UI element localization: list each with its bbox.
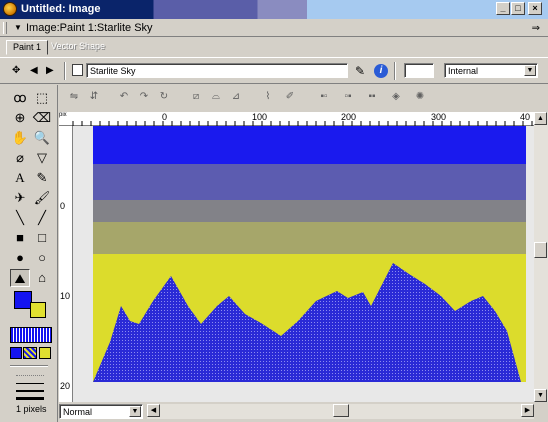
tab-paint[interactable]: Paint 1	[6, 40, 49, 55]
eraser-icon[interactable]: ⌫	[32, 109, 52, 127]
flip-horizontal-icon[interactable]: ⇋	[66, 89, 82, 105]
polygon-icon[interactable]: ⌂	[32, 269, 52, 287]
paintbrush-icon[interactable]: 🖌	[32, 189, 52, 207]
ink-mode-value: Normal	[63, 407, 93, 417]
horizontal-scrollbar[interactable]: ◀ ▶	[147, 404, 534, 419]
arc-icon[interactable]: ╲	[10, 209, 30, 227]
vertical-scroll-thumb[interactable]	[534, 242, 547, 258]
bottom-bar: Normal ▼ ◀ ▶	[59, 402, 548, 422]
bitmap-canvas[interactable]	[73, 126, 534, 402]
filled-ellipse-icon[interactable]: ●	[10, 249, 30, 267]
maximize-button[interactable]: □	[511, 2, 525, 15]
scroll-right-button[interactable]: ▶	[521, 404, 534, 417]
rotate-free-icon[interactable]: ↻	[156, 89, 172, 105]
sky-band	[93, 126, 526, 164]
object-name-field[interactable]: Starlite Sky	[86, 63, 348, 78]
info-icon[interactable]: i	[374, 64, 388, 78]
rotate-right-icon[interactable]: ↷	[136, 89, 152, 105]
properties-bar: ✥ ◀ ▶ Starlite Sky ✎ i Internal ▼	[0, 57, 548, 84]
ruler-v-label: 0	[60, 201, 66, 211]
fill-icon[interactable]: ◈	[388, 89, 404, 105]
close-button[interactable]: ×	[528, 2, 542, 15]
pencil-icon[interactable]: ✎	[32, 169, 52, 187]
gradient-preview[interactable]	[23, 347, 37, 359]
minimize-button[interactable]: _	[496, 2, 510, 15]
darken-icon[interactable]: ▪▪	[364, 89, 380, 105]
previous-icon[interactable]: ◀	[30, 65, 38, 76]
lasso-icon[interactable]: ꝏ	[10, 89, 30, 107]
tab-vector-shape[interactable]: Vector Shape	[45, 40, 111, 55]
pattern-selector[interactable]	[10, 327, 52, 343]
ruler-v-label: 20	[60, 381, 71, 391]
horizontal-scroll-thumb[interactable]	[333, 404, 349, 417]
text-icon[interactable]: A	[10, 169, 30, 187]
gradient-start-swatch[interactable]	[10, 347, 22, 359]
scroll-up-button[interactable]: ▲	[534, 112, 547, 125]
smooth-icon[interactable]: ⌇	[260, 89, 276, 105]
horizontal-ruler: pix 0 100 200 300 40	[59, 112, 534, 126]
document-title: Image:Paint 1:Starlite Sky	[26, 22, 153, 34]
move-icon[interactable]: ✥	[12, 65, 20, 76]
scroll-left-button[interactable]: ◀	[147, 404, 160, 417]
brush-size-label: 1 pixels	[16, 404, 47, 414]
ink-mode-select[interactable]: Normal ▼	[59, 404, 143, 419]
switch-colors-icon[interactable]: ✺	[412, 89, 428, 105]
script-icon[interactable]: ✎	[355, 64, 365, 78]
scope-select[interactable]: Internal ▼	[444, 63, 538, 78]
skew-icon[interactable]: ⧄	[188, 89, 204, 105]
line-width-none[interactable]	[16, 375, 44, 376]
collapse-arrow-icon[interactable]: ▼	[14, 23, 22, 32]
sky-band	[93, 164, 526, 200]
paint-bucket-icon[interactable]: ▽	[32, 149, 52, 167]
line-width-3[interactable]	[16, 397, 44, 400]
chevron-down-icon[interactable]: ▼	[129, 406, 141, 417]
line-width-2[interactable]	[16, 390, 44, 392]
air-brush-icon[interactable]: ✈	[10, 189, 30, 207]
vertical-scrollbar[interactable]: ▲ ▼	[534, 112, 548, 402]
ink-effect-divider	[10, 365, 48, 367]
horizontal-ruler-ticks	[72, 121, 533, 126]
tab-bar: Paint 1 Vector Shape	[0, 38, 548, 55]
filled-rectangle-icon[interactable]: ■	[10, 229, 30, 247]
document-header: ▼ Image:Paint 1:Starlite Sky ⇒	[0, 19, 548, 37]
number-field[interactable]	[404, 63, 434, 78]
perspective-icon[interactable]: ⊿	[228, 89, 244, 105]
fill-color-swatch[interactable]	[30, 302, 46, 318]
sky-band	[93, 222, 526, 254]
vertical-ruler: 0 10 20	[59, 126, 73, 402]
rotate-left-icon[interactable]: ↶	[116, 89, 132, 105]
lighten-icon[interactable]: ▫▪	[340, 89, 356, 105]
next-icon[interactable]: ▶	[46, 65, 54, 76]
registration-point-icon[interactable]: ⊕	[10, 109, 30, 127]
starlite-sky-image	[93, 126, 526, 382]
panel-menu-icon[interactable]: ⇒	[532, 23, 540, 34]
window-title: Untitled: Image	[21, 3, 101, 15]
grip-icon[interactable]	[3, 22, 7, 34]
magnifier-icon[interactable]: 🔍	[32, 129, 52, 147]
command-toolbar: ⇋ ⇵ ↶ ↷ ↻ ⧄ ⌓ ⊿ ⌇ ✐ ▪▫ ▫▪ ▪▪ ◈ ✺	[60, 85, 548, 109]
rectangle-icon[interactable]: □	[32, 229, 52, 247]
warp-icon[interactable]: ⌓	[208, 89, 224, 105]
eyedropper-icon[interactable]: ⌀	[10, 149, 30, 167]
hand-icon[interactable]: ✋	[10, 129, 30, 147]
gradient-end-swatch[interactable]	[39, 347, 51, 359]
line-icon[interactable]: ╱	[32, 209, 52, 227]
chevron-down-icon[interactable]: ▼	[524, 65, 536, 76]
scope-select-value: Internal	[448, 66, 479, 76]
scroll-down-button[interactable]: ▼	[534, 389, 547, 402]
window-titlebar[interactable]: Untitled: Image _ □ ×	[0, 0, 548, 19]
ruler-v-label: 10	[60, 291, 71, 301]
marquee-icon[interactable]: ⬚	[32, 89, 52, 107]
line-width-1[interactable]	[16, 383, 44, 384]
invert-icon[interactable]: ▪▫	[316, 89, 332, 105]
trace-edges-icon[interactable]: ✐	[282, 89, 298, 105]
filled-polygon-icon[interactable]: ⛰	[10, 269, 30, 287]
ellipse-icon[interactable]: ○	[32, 249, 52, 267]
sky-band	[93, 200, 526, 222]
tools-panel: ꝏ ⬚ ⊕ ⌫ ✋ 🔍 ⌀ ▽ A ✎ ✈ 🖌 ╲ ╱ ■ □ ● ○ ⛰ ⌂ …	[0, 85, 58, 422]
paint-canvas-area: pix 0 100 200 300 40 0 10 20 ▲ ▼	[59, 112, 548, 402]
app-icon	[3, 2, 17, 16]
cast-member-icon[interactable]	[72, 64, 83, 76]
flip-vertical-icon[interactable]: ⇵	[86, 89, 102, 105]
